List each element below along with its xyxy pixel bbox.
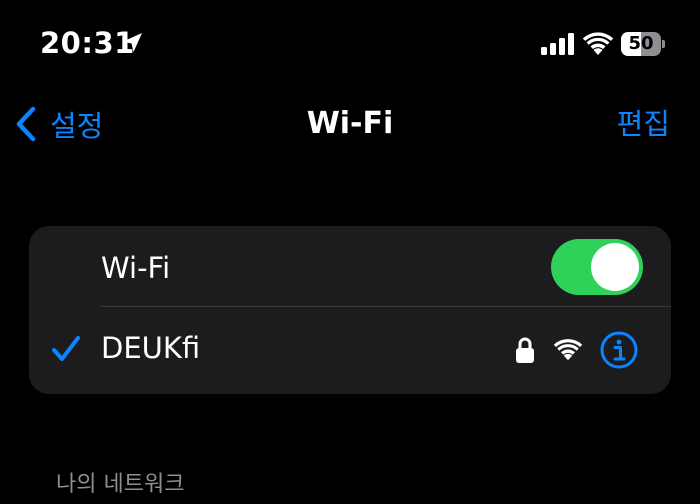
page-title: Wi-Fi <box>306 106 394 141</box>
battery-level: 50 <box>628 33 654 54</box>
cellular-signal-icon <box>541 33 574 55</box>
wifi-toggle-label: Wi-Fi <box>101 251 171 285</box>
battery-icon: 50 <box>621 32 665 56</box>
wifi-signal-icon <box>553 339 583 361</box>
battery-cap <box>662 40 665 48</box>
back-label: 설정 <box>50 109 104 143</box>
wifi-toggle-row: Wi-Fi <box>29 226 671 310</box>
section-header-my-networks: 나의 네트워크 <box>56 472 185 497</box>
info-icon[interactable] <box>600 331 638 369</box>
network-row-deukfi[interactable]: DEUKfi <box>29 310 671 394</box>
chevron-left-icon <box>16 106 36 142</box>
wifi-icon <box>582 32 614 55</box>
status-bar: 20:31 50 <box>0 0 700 90</box>
location-arrow-icon <box>123 33 142 52</box>
toggle-knob <box>591 243 639 291</box>
checkmark-icon <box>52 336 80 361</box>
back-button[interactable]: 설정 <box>14 104 103 144</box>
wifi-card: Wi-Fi DEUKfi <box>29 226 671 394</box>
network-name: DEUKfi <box>101 331 201 365</box>
battery-body: 50 <box>621 32 661 56</box>
edit-button[interactable]: 편집 <box>617 104 670 144</box>
wifi-toggle-switch[interactable] <box>551 239 643 295</box>
lock-icon <box>516 337 534 363</box>
